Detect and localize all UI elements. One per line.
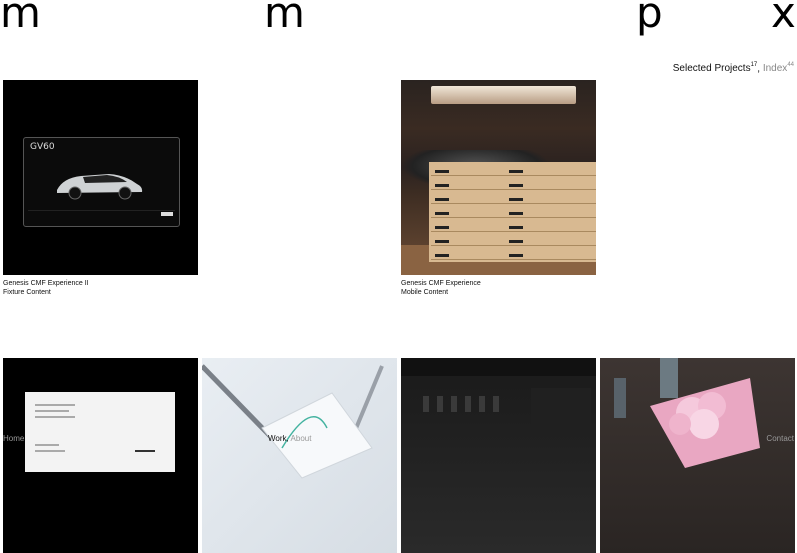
index-label: Index [762,63,788,75]
project-caption: Genesis CMF Experience II Fixture Conten… [3,279,198,297]
gv60-screen: GV60 [23,137,180,227]
project-caption: Genesis CMF Experience Mobile Content [401,279,596,297]
nav-about-link[interactable]: About [291,434,312,443]
project-thumbnail[interactable] [600,358,795,553]
project-thumbnail[interactable] [3,358,198,553]
bottom-navigation: Home Work, About Contact [0,432,797,446]
dark-room-graphic [401,358,596,433]
project-card[interactable]: GV60 Genesis CMF Experience II Fixture C… [3,80,198,297]
logo-letter-p[interactable]: p [636,0,663,34]
project-card[interactable] [3,358,198,553]
nav-work-link[interactable]: Work [268,434,287,443]
ceiling-light [431,86,576,104]
project-subtitle: Fixture Content [3,289,51,296]
drawer-cabinet [429,162,596,262]
gv60-footer-bar [28,210,175,221]
index-link[interactable]: Index44 [762,62,794,75]
nav-separator: , [286,434,289,443]
project-title: Genesis CMF Experience II [3,280,89,287]
nav-work-about-group: Work, About [268,432,311,446]
project-thumbnail[interactable] [202,358,397,553]
filter-separator: , [757,63,761,75]
project-thumbnail[interactable] [401,358,596,553]
gv60-title: GV60 [30,142,55,152]
index-count: 44 [787,62,794,68]
logo-letter-x[interactable]: x [771,0,796,34]
project-card[interactable] [202,358,397,553]
project-card[interactable] [401,358,596,553]
selected-projects-count: 17 [750,62,758,68]
glass-sheet-graphic [202,364,384,479]
flower-bouquet-graphic [614,358,760,468]
project-title: Genesis CMF Experience [401,280,481,287]
project-card[interactable]: Genesis CMF Experience Mobile Content [401,80,596,297]
nav-home-link[interactable]: Home [3,432,24,446]
nav-contact-link[interactable]: Contact [766,432,794,446]
selected-projects-label: Selected Projects [672,63,751,75]
project-thumbnail[interactable] [401,80,596,275]
car-icon [57,174,143,200]
project-thumbnail[interactable]: GV60 [3,80,198,275]
project-subtitle: Mobile Content [401,289,449,296]
project-filter: Selected Projects17, Index44 [672,62,794,75]
selected-projects-link[interactable]: Selected Projects17 [672,62,758,75]
project-card[interactable] [600,358,795,553]
logo-letter-m-2[interactable]: m [264,0,305,34]
gv60-cta-button [161,212,173,216]
logo-letter-m-1[interactable]: m [0,0,41,34]
